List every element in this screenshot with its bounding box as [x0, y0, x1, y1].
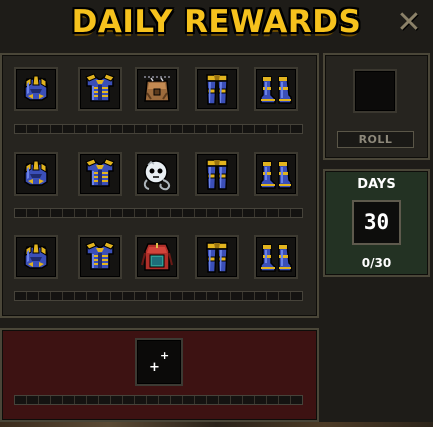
reward-slot[interactable] — [135, 235, 179, 279]
footer-strip — [0, 422, 433, 427]
reward-progress-bar — [14, 208, 303, 218]
reward-slot[interactable] — [254, 67, 298, 111]
reward-slot[interactable] — [135, 152, 179, 196]
reward-slot[interactable] — [254, 152, 298, 196]
bonus-progress-bar — [14, 395, 303, 405]
sparkle-icon: + — [160, 349, 170, 362]
reward-slot[interactable] — [195, 235, 239, 279]
reward-slot[interactable] — [195, 67, 239, 111]
reward-slot[interactable] — [14, 152, 58, 196]
reward-slot[interactable] — [195, 152, 239, 196]
reward-slot[interactable] — [14, 235, 58, 279]
reward-progress-bar — [14, 291, 303, 301]
sparkle-icon: + — [149, 360, 160, 375]
page-title: DAILY REWARDS — [71, 4, 362, 40]
reward-progress-bar — [14, 124, 303, 134]
reward-slot[interactable] — [78, 235, 122, 279]
days-progress-text: 0/30 — [361, 256, 392, 270]
reward-slot[interactable] — [135, 67, 179, 111]
bonus-reward-slot[interactable]: + + — [135, 338, 183, 386]
roll-button[interactable]: ROLL — [337, 131, 414, 148]
close-icon[interactable]: ✕ — [393, 7, 425, 39]
days-label: DAYS — [357, 177, 396, 192]
days-count: 30 — [352, 200, 401, 245]
reward-slot[interactable] — [78, 152, 122, 196]
reward-slot[interactable] — [14, 67, 58, 111]
roll-result-slot — [353, 69, 397, 113]
reward-slot[interactable] — [254, 235, 298, 279]
reward-slot[interactable] — [78, 67, 122, 111]
